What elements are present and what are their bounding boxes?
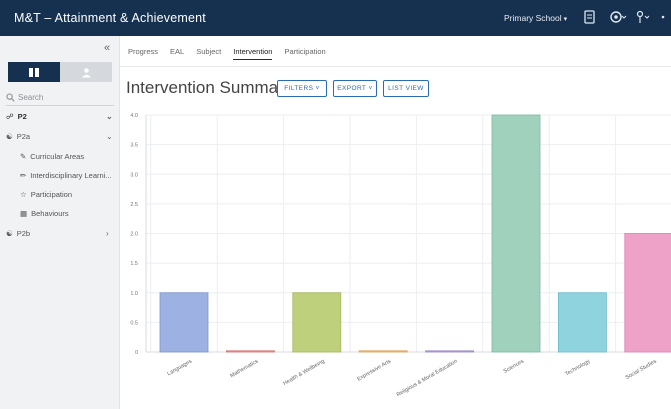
bar-religious-moral-education (425, 350, 475, 353)
edit-icon: ✎ (20, 152, 27, 161)
chevron-right-icon[interactable]: › (106, 229, 109, 238)
sidebar-item-label: P2b (16, 229, 31, 238)
x-tick-label: Mathematics (229, 358, 259, 379)
tab-participation[interactable]: Participation (284, 47, 325, 60)
pencil-icon: ✏ (20, 171, 27, 180)
view-toggle (8, 62, 112, 82)
x-tick-label: Social Studies (625, 358, 658, 381)
pupil-view-button[interactable] (60, 62, 112, 82)
chevron-down-icon: ˅ (366, 85, 373, 92)
sidebar-item-label: Behaviours (31, 209, 69, 218)
x-tick-label: Sciences (503, 358, 526, 374)
bar-technology (557, 292, 607, 353)
sidebar-item-curricular-areas[interactable]: ✎ Curricular Areas (20, 152, 84, 161)
export-button[interactable]: EXPORT ˅ (333, 80, 377, 97)
tab-eal[interactable]: EAL (170, 47, 184, 60)
more-icon[interactable] (658, 10, 668, 26)
x-tick-label: Religious & Moral Education (396, 359, 459, 399)
top-bar: M&T – Attainment & Achievement Primary S… (0, 0, 671, 36)
filters-button-label: FILTERS (284, 85, 314, 92)
export-button-label: EXPORT (337, 85, 367, 92)
columns-icon (29, 67, 39, 77)
sidebar-item-label: Participation (30, 190, 73, 199)
list-view-button-label: LIST VIEW (388, 85, 424, 92)
x-tick-label: Languages (166, 358, 193, 377)
tab-intervention[interactable]: Intervention (233, 47, 273, 60)
y-tick-label: 4.0 (130, 113, 138, 119)
bar-languages (159, 292, 209, 353)
filters-button[interactable]: FILTERS ˅ (277, 80, 327, 97)
class-icon: ☍ (6, 112, 14, 121)
sidebar-item-p2a[interactable]: ☯ P2a ⌄ (6, 132, 116, 141)
sidebar-item-p2[interactable]: ☍ P2 ⌄ (6, 112, 116, 121)
group-icon: ☯ (6, 132, 13, 141)
chevron-down-icon[interactable]: ⌄ (106, 112, 113, 121)
search-icon (6, 93, 15, 102)
school-select[interactable]: Primary School ▾ (504, 13, 567, 23)
y-tick-label: 0 (135, 350, 138, 356)
settings-icon[interactable] (609, 10, 627, 26)
sidebar-item-label: Curricular Areas (30, 152, 85, 161)
y-tick-label: 3.5 (130, 143, 138, 149)
x-tick-label: Expressive Arts (356, 358, 392, 382)
y-tick-label: 2.5 (130, 202, 138, 208)
class-view-button[interactable] (8, 62, 60, 82)
x-tick-label: Health & Wellbeing (282, 359, 325, 388)
bar-sciences (491, 114, 541, 353)
y-tick-label: 1.5 (130, 261, 138, 267)
sidebar-item-label: P2a (16, 132, 31, 141)
collapse-sidebar-icon[interactable]: « (104, 42, 110, 54)
bar-health-wellbeing (292, 292, 342, 353)
intervention-bar-chart: 0 0.5 1.0 1.5 2.0 2.5 3.0 3.5 4.0 Languages Mathem… (130, 113, 671, 399)
tab-bar: Progress EAL Subject Intervention Partic… (128, 47, 326, 60)
y-tick-label: 2.0 (130, 232, 138, 238)
person-icon (81, 67, 91, 77)
sidebar-item-interdisciplinary-learning[interactable]: ✏ Interdisciplinary Learni... (20, 171, 112, 180)
grid-icon: ▦ (20, 209, 28, 218)
main-content: Progress EAL Subject Intervention Partic… (120, 36, 671, 409)
sidebar-item-participation[interactable]: ☆ Participation (20, 190, 72, 199)
bar-mathematics (226, 350, 275, 353)
tab-subject[interactable]: Subject (196, 47, 221, 60)
list-view-button[interactable]: LIST VIEW (383, 80, 429, 97)
chevron-down-icon: ˅ (313, 85, 320, 92)
tab-progress[interactable]: Progress (128, 47, 158, 60)
search-box[interactable]: Search (6, 90, 114, 106)
chevron-down-icon: ▾ (563, 16, 568, 23)
tab-divider (120, 66, 671, 67)
star-icon: ☆ (20, 190, 27, 199)
sidebar-item-label: P2 (17, 112, 27, 121)
y-tick-label: 0.5 (130, 320, 138, 326)
app-title: M&T – Attainment & Achievement (14, 11, 206, 25)
user-icon[interactable] (636, 10, 650, 26)
bar-expressive-arts (358, 350, 408, 353)
y-tick-label: 1.0 (130, 291, 138, 297)
x-tick-label: Technology (564, 358, 591, 377)
page-title: Intervention Summary (126, 78, 293, 97)
sidebar-item-label: Interdisciplinary Learni... (30, 171, 112, 180)
bar-social-studies (624, 233, 671, 353)
group-icon: ☯ (6, 229, 13, 238)
school-select-label: Primary School (504, 13, 562, 23)
sidebar-item-behaviours[interactable]: ▦ Behaviours (20, 209, 69, 218)
chevron-down-icon[interactable]: ⌄ (106, 132, 113, 141)
y-tick-label: 3.0 (130, 172, 138, 178)
sidebar: « Search ☍ P2 ⌄ ☯ P2a ⌄ ✎ Curricular Are… (0, 36, 120, 409)
sidebar-item-p2b[interactable]: ☯ P2b › (6, 229, 116, 238)
search-input[interactable]: Search (18, 93, 43, 102)
document-icon[interactable] (584, 10, 595, 26)
